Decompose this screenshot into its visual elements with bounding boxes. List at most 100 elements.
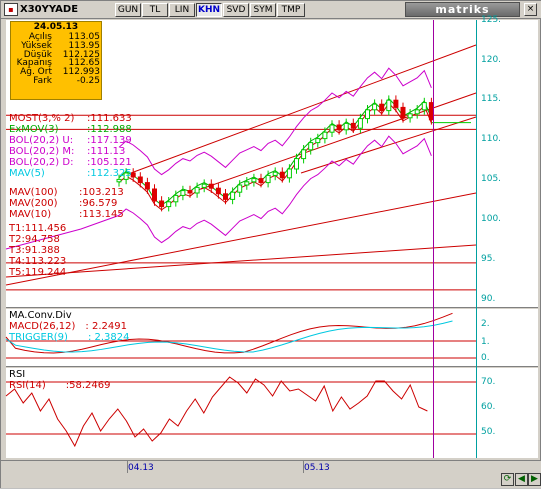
- scroll-left-icon[interactable]: ◀: [515, 473, 528, 486]
- indicator-value: :111.13: [87, 146, 126, 157]
- candle-body: [159, 200, 165, 208]
- rsi-tick: 60.: [481, 402, 496, 412]
- indicator-value: :96.579: [79, 198, 118, 209]
- candle-body: [258, 178, 264, 184]
- candle-body: [308, 142, 314, 151]
- candle-body: [215, 187, 221, 195]
- candle-body: [343, 122, 349, 131]
- time-axis-bar: 04.13 05.13: [1, 460, 541, 488]
- indicator-value: :112.325: [87, 168, 132, 179]
- macd-panel-title: MA.Conv.Div: [9, 310, 72, 321]
- refresh-icon[interactable]: ⟳: [501, 473, 514, 486]
- indicator-label: BOL(20,2) U:: [9, 135, 74, 146]
- indicator-value: :111.633: [87, 113, 132, 124]
- candle-body: [336, 124, 342, 131]
- macd-tick: 1.: [481, 337, 490, 347]
- candle-body: [365, 109, 370, 120]
- candle-body: [130, 172, 136, 178]
- indicator-legend-item: T2:94.758: [9, 234, 60, 245]
- candle-body: [315, 138, 321, 144]
- info-value: -0.25: [76, 75, 100, 86]
- ohlc-info-box: 24.05.13 Açılış 113.05 Yüksek 113.95 Düşük…: [10, 21, 102, 100]
- rsi-label: RSI(14): [9, 380, 46, 391]
- candle-body: [400, 106, 406, 119]
- macd-label: MACD(26,12): [9, 321, 76, 332]
- price-tick: 115.: [481, 94, 502, 104]
- candle-body: [428, 102, 434, 121]
- indicator-label: MAV(5): [9, 168, 45, 179]
- price-tick: 120.: [481, 55, 502, 65]
- candle-body: [393, 99, 399, 108]
- candle-body: [329, 124, 335, 133]
- indicator-legend-item: BOL(20,2) D: :105.121: [9, 157, 132, 168]
- indicator-label: T2:94.758: [9, 234, 60, 245]
- indicator-legend-item: BOL(20,2) U: :117.139: [9, 135, 132, 146]
- time-label: 04.13: [128, 463, 154, 473]
- rsi-panel-title: RSI: [9, 369, 26, 380]
- indicator-label: MAV(100): [9, 187, 58, 198]
- candle-body: [144, 182, 150, 190]
- rsi-tick: 70.: [481, 377, 496, 387]
- scroll-right-icon[interactable]: ▶: [528, 473, 541, 486]
- price-tick: 90.: [481, 294, 496, 304]
- macd-tick: 2.: [481, 319, 490, 329]
- trigger-label: TRIGGER(9): [9, 332, 68, 343]
- rsi-tick: 50.: [481, 427, 496, 437]
- indicator-label: MAV(10): [9, 209, 52, 220]
- indicator-label: T1:111.456: [9, 223, 67, 234]
- indicator-value: :105.121: [87, 157, 132, 168]
- candle-body: [407, 113, 413, 119]
- indicator-value: :117.139: [87, 135, 132, 146]
- indicator-label: MOST(3,% 2): [9, 113, 75, 124]
- indicator-label: BOL(20,2) D:: [9, 157, 74, 168]
- price-tick: 105.: [481, 174, 502, 184]
- time-label: 05.13: [304, 463, 330, 473]
- price-tick: 110.: [481, 134, 502, 144]
- indicator-legend-item: T4:113.223: [9, 256, 66, 267]
- candle-body: [230, 191, 236, 200]
- price-tick: 95.: [481, 254, 496, 264]
- macd-legend: MACD(26,12) : 2.2491: [9, 321, 127, 332]
- candle-body: [187, 190, 193, 194]
- macd-value: : 2.2491: [85, 321, 127, 332]
- indicator-legend-item: ExMOV(3):112.988: [9, 124, 132, 135]
- candle-body: [244, 181, 250, 186]
- indicator-legend-item: T1:111.456: [9, 223, 66, 234]
- chart-window: ▪ X30YYADE GUN TL LIN KHN SVD SYM TMP ma…: [0, 0, 541, 488]
- indicator-label: BOL(20,2) M:: [9, 146, 75, 157]
- candle-body: [414, 109, 420, 115]
- indicator-legend-item: T5:119.244: [9, 267, 66, 278]
- indicator-label: T4:113.223: [9, 256, 67, 267]
- candle-body: [152, 188, 157, 202]
- info-label: Fark: [33, 75, 52, 86]
- indicator-legend-item: MAV(200) :96.579: [9, 198, 117, 209]
- indicator-label: ExMOV(3): [9, 124, 59, 135]
- indicator-label: T3:91.388: [9, 245, 60, 256]
- candle-body: [357, 118, 363, 129]
- indicator-label: MAV(200): [9, 198, 58, 209]
- rsi-legend: RSI(14):58.2469: [9, 380, 111, 391]
- candle-body: [322, 131, 328, 140]
- candle-body: [223, 193, 228, 200]
- candle-body: [237, 184, 243, 193]
- indicator-legend-item: T3:91.388: [9, 245, 60, 256]
- candle-body: [372, 103, 378, 111]
- candle-body: [272, 171, 278, 176]
- trigger-legend: TRIGGER(9): 2.3824: [9, 332, 129, 343]
- candle-body: [201, 183, 207, 188]
- candle-body: [301, 149, 307, 160]
- macd-tick: 0.: [481, 353, 490, 363]
- price-tick: 100.: [481, 214, 502, 224]
- indicator-legend-item: MAV(100):103.213: [9, 187, 124, 198]
- candle-body: [116, 178, 122, 183]
- candle-body: [208, 183, 214, 189]
- indicator-legend-item: MAV(10):113.145: [9, 209, 124, 220]
- indicator-legend-item: BOL(20,2) M: :111.13: [9, 146, 125, 157]
- candle-body: [379, 103, 385, 112]
- candle-body: [180, 190, 186, 196]
- candle-body: [166, 201, 172, 208]
- candle-body: [286, 168, 292, 179]
- indicator-legend-item: MOST(3,% 2) :111.633: [9, 113, 132, 124]
- price-tick: 125.: [481, 15, 502, 25]
- candle-body: [350, 122, 356, 129]
